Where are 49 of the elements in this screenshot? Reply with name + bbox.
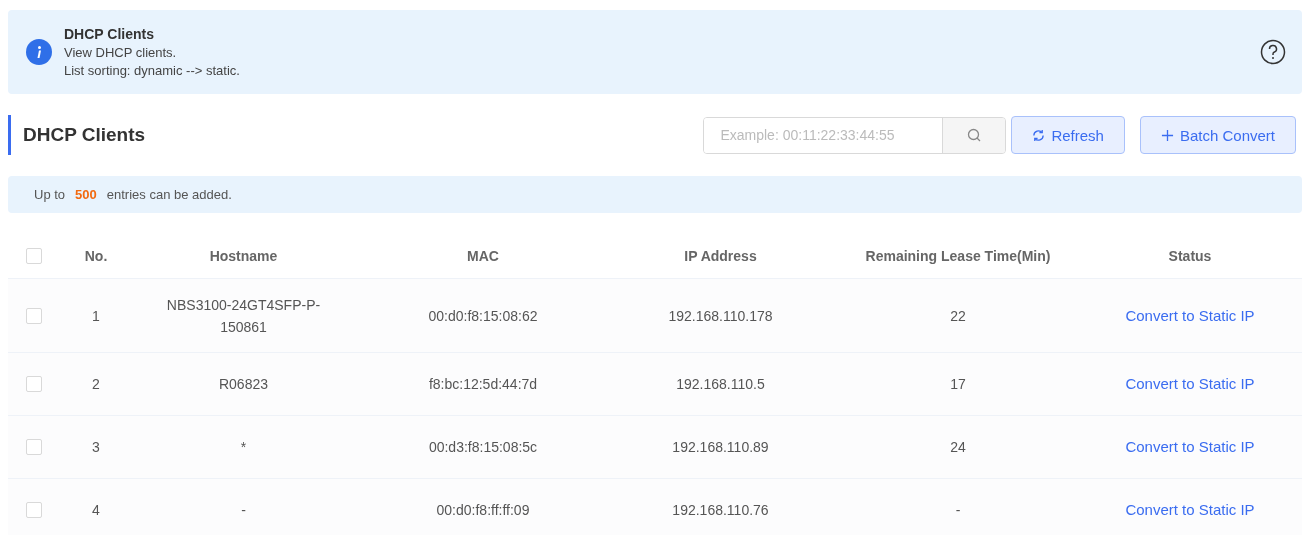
column-header: IP Address [683, 247, 758, 264]
table-cell-text: - [954, 501, 962, 520]
limit-text: Up to [34, 187, 66, 202]
convert-link[interactable]: Convert to Static IP [1125, 304, 1255, 327]
table-cell-text: NBS3100-24GT4SFP-P-150861 [165, 295, 322, 337]
table-cell-text: 00:d0:f8:15:08:62 [427, 306, 539, 326]
row-checkbox[interactable] [26, 439, 42, 455]
table-cell-text: 22 [949, 306, 967, 326]
banner-text: View DHCP clients. [64, 45, 178, 60]
search-icon[interactable] [967, 128, 982, 142]
refresh-button[interactable]: Refresh [1011, 116, 1125, 154]
table-cell-text: - [241, 501, 246, 520]
row-checkbox[interactable] [26, 307, 42, 324]
help-icon[interactable] [1260, 39, 1286, 65]
table-cell-text: * [240, 438, 247, 457]
row-checkbox[interactable] [26, 502, 42, 518]
convert-link[interactable]: Convert to Static IP [1125, 499, 1255, 521]
table-cell-text: 192.168.110.5 [675, 375, 766, 394]
column-header: MAC [466, 247, 500, 264]
table-cell-text: 17 [949, 375, 967, 394]
table-cell-text: R06823 [218, 375, 268, 394]
table-cell-text: 192.168.110.178 [667, 306, 774, 326]
table-cell-text: 2 [91, 375, 101, 394]
table-cell-text: 1 [91, 306, 101, 326]
search-field[interactable]: Example: 00:11:22:33:44:55 [703, 116, 1007, 154]
table-cell-text: f8:bc:12:5d:44:7d [427, 375, 539, 394]
limit-text: entries can be added. [106, 187, 232, 202]
column-header: Remaining Lease Time(Min) [864, 247, 1052, 264]
convert-link[interactable]: Convert to Static IP [1125, 373, 1255, 395]
table-cell-text: 192.168.110.76 [671, 501, 770, 520]
banner-text: List sorting: dynamic --> static. [64, 63, 241, 78]
info-icon [26, 39, 52, 65]
table-cell-text: 192.168.110.89 [671, 438, 770, 457]
convert-link[interactable]: Convert to Static IP [1125, 436, 1255, 458]
batch-convert-button[interactable]: Batch Convert [1139, 116, 1296, 154]
table-cell-text: 24 [949, 438, 967, 457]
banner-title: DHCP Clients [64, 26, 155, 42]
column-header: No. [83, 247, 109, 264]
limit-count: 500 [75, 187, 97, 202]
plus-icon [1160, 128, 1174, 142]
table-cell-text: 3 [91, 438, 101, 457]
table-cell-text: 00:d0:f8:ff:ff:09 [435, 501, 531, 520]
table-cell-text: 00:d3:f8:15:08:5c [427, 438, 539, 457]
select-all-checkbox[interactable] [26, 247, 42, 264]
column-header: Hostname [208, 247, 279, 264]
table-cell-text: 4 [91, 501, 101, 520]
column-header: Status [1167, 247, 1213, 264]
refresh-icon [1032, 128, 1046, 142]
row-checkbox[interactable] [26, 376, 42, 392]
